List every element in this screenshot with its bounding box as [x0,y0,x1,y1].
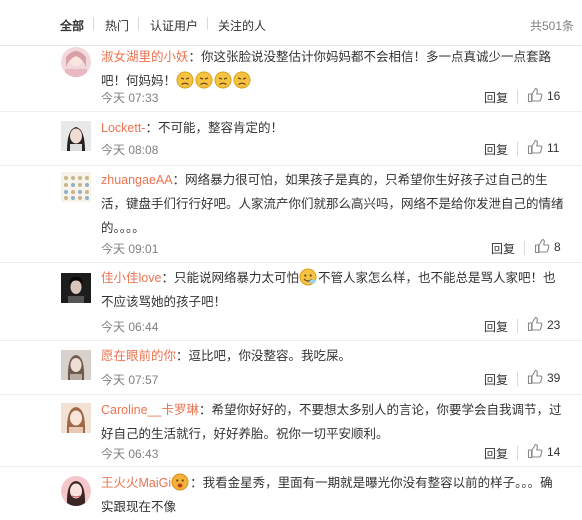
emoji-group [176,71,252,89]
like-count: 39 [547,371,561,385]
reply-button[interactable]: 回复 [491,240,515,257]
like-button[interactable] [527,87,543,106]
sad-face-icon [214,71,232,89]
sticker-face-icon [171,473,189,491]
comment-text: ：只能说网络暴力太可怕 [161,271,299,285]
comment-username[interactable]: zhuangaeAA [101,173,173,187]
like-button[interactable] [527,369,543,388]
reply-button[interactable]: 回复 [484,445,508,462]
sad-face-icon [176,71,194,89]
comment-item: Caroline__卡罗琳：希望你好好的，不要想太多别人的言论，你要学会自我调节… [0,395,582,467]
comment-username[interactable]: 愿在眼前的你 [101,349,176,363]
action-divider [524,241,525,255]
reply-button[interactable]: 回复 [484,141,508,158]
action-divider [517,319,518,333]
comment-item: 佳小佳love：只能说网络暴力太可怕 不管人家怎么样，也不能总是骂人家吧！也不应该… [0,263,582,341]
comment-time: 今天 07:33 [101,91,159,105]
sad-face-icon [195,71,213,89]
comment-username[interactable]: Lockett- [101,121,145,135]
avatar[interactable] [61,476,91,506]
tab-all[interactable]: 全部 [60,17,84,34]
comment-time: 今天 09:01 [101,242,159,256]
reply-button[interactable]: 回复 [484,89,508,106]
avatar[interactable] [61,403,91,433]
comment-count: 共501条 [529,19,574,33]
avatar[interactable] [61,350,91,380]
avatar[interactable] [61,121,91,151]
comment-text: ：不可能，整容肯定的！ [145,121,283,135]
tab-verified[interactable]: 认证用户 [150,17,198,34]
action-divider [517,90,518,104]
comment-time: 今天 06:43 [101,447,159,461]
thumbs-up-icon [527,139,543,155]
sad-face-icon [233,71,251,89]
action-divider [517,372,518,386]
comment-time: 今天 07:57 [101,373,159,387]
comment-username[interactable]: 王火火MaiGi [101,476,171,490]
action-divider [517,142,518,156]
reply-button[interactable]: 回复 [484,318,508,335]
thumbs-up-icon [527,316,543,332]
comment-time: 今天 08:08 [101,143,159,157]
thumbs-up-icon [534,238,550,254]
comment-item: 愿在眼前的你：逗比吧，你没整容。我吃屎。 今天 07:57 回复 39 [0,341,582,395]
tab-following[interactable]: 关注的人 [218,17,266,34]
comment-text: ：逗比吧，你没整容。我吃屎。 [176,349,352,363]
smile-face-icon [299,268,317,286]
comment-username[interactable]: Caroline__卡罗琳 [101,403,199,417]
thumbs-up-icon [527,369,543,385]
comment-item: zhuangaeAA：网络暴力很可怕，如果孩子是真的，只希望你生好孩子过自己的生… [0,166,582,263]
comment-username[interactable]: 淑女湖里的小妖 [101,50,189,64]
like-count: 11 [547,141,560,155]
thumbs-up-icon [527,87,543,103]
tab-divider [207,17,208,30]
like-count: 23 [547,318,561,332]
like-button[interactable] [527,139,543,158]
like-count: 14 [547,445,561,459]
like-count: 8 [554,240,561,254]
avatar[interactable] [61,47,91,77]
like-button[interactable] [534,238,550,257]
like-button[interactable] [527,316,543,335]
tab-hot[interactable]: 热门 [105,17,129,34]
reply-button[interactable]: 回复 [484,371,508,388]
action-divider [517,446,518,460]
tab-divider [93,17,94,30]
comment-item: 淑女湖里的小妖：你这张脸说没整估计你妈妈都不会相信！多一点真诚少一点套路吧！何妈… [0,46,582,112]
avatar[interactable] [61,172,91,202]
like-count: 16 [547,89,561,103]
tab-divider [138,17,139,30]
avatar[interactable] [61,273,91,303]
like-button[interactable] [527,443,543,462]
comment-item: 王火火MaiGi ：我看金星秀，里面有一期就是曝光你没有整容以前的样子。。。确实跟… [0,467,582,520]
thumbs-up-icon [527,443,543,459]
comment-filter-bar: 全部 热门 认证用户 关注的人 共501条 [0,0,582,46]
comment-time: 今天 06:44 [101,320,159,334]
comment-username[interactable]: 佳小佳love [101,271,161,285]
comment-item: Lockett-：不可能，整容肯定的！ 今天 08:08 回复 11 [0,112,582,166]
